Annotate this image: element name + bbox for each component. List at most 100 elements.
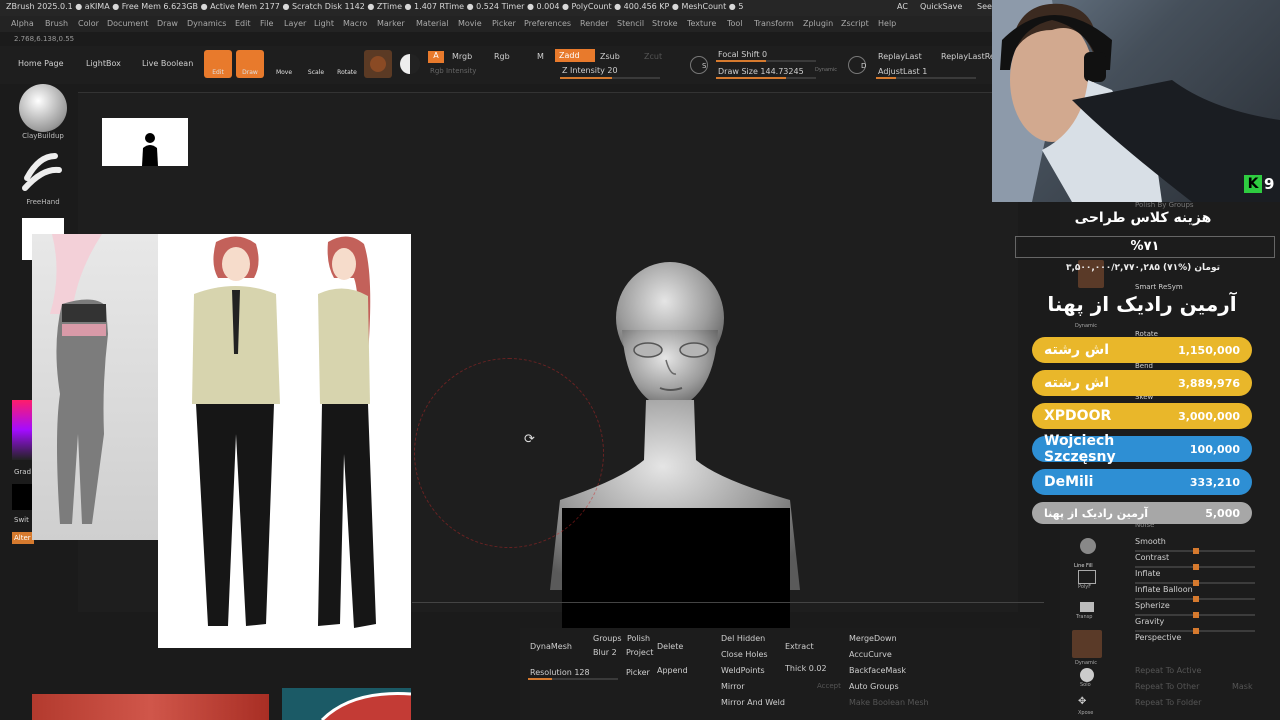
navigation-preview[interactable]	[102, 118, 188, 166]
zadd-button[interactable]: Zadd	[555, 49, 595, 62]
brush-claybuildup[interactable]: ClayBuildup	[14, 84, 72, 146]
menu-texture[interactable]: Texture	[687, 19, 716, 28]
menu-edit[interactable]: Edit	[235, 19, 251, 28]
move-button[interactable]: Move	[270, 50, 298, 78]
focal-shift-track[interactable]	[716, 60, 816, 62]
menu-preferences[interactable]: Preferences	[524, 19, 571, 28]
quicksave-button[interactable]: QuickSave	[920, 2, 962, 11]
smart-resym-button[interactable]: Smart ReSym	[1135, 283, 1183, 291]
rgb-button[interactable]: Rgb	[494, 52, 510, 61]
backface-mask-toggle[interactable]: BackfaceMask	[849, 666, 906, 675]
thick-slider[interactable]: Thick 0.02	[785, 664, 827, 673]
transp-icon[interactable]	[1080, 602, 1094, 612]
inflate-balloon-slider[interactable]: Inflate Balloon	[1135, 585, 1193, 594]
resolution-track[interactable]	[528, 678, 618, 680]
stroke-freehand[interactable]: FreeHand	[14, 148, 72, 210]
weldpoints-button[interactable]: WeldPoints	[721, 666, 765, 675]
menu-file[interactable]: File	[260, 19, 273, 28]
replay-last-button[interactable]: ReplayLast	[878, 52, 922, 61]
menu-marker[interactable]: Marker	[377, 19, 405, 28]
polyframe-icon[interactable]	[1078, 570, 1096, 584]
switch-color-button[interactable]: Swit	[14, 516, 29, 524]
menu-zplugin[interactable]: Zplugin	[803, 19, 833, 28]
menu-brush[interactable]: Brush	[45, 19, 68, 28]
live-boolean-button[interactable]: Live Boolean	[142, 59, 193, 68]
mask-toggle[interactable]: Mask	[1232, 682, 1253, 691]
menu-movie[interactable]: Movie	[458, 19, 482, 28]
a-button[interactable]: A	[428, 51, 444, 63]
menu-draw[interactable]: Draw	[157, 19, 178, 28]
extract-button[interactable]: Extract	[785, 642, 814, 651]
delete-button[interactable]: Delete	[657, 642, 683, 651]
smooth-track[interactable]	[1135, 548, 1255, 554]
xpose-icon[interactable]: ✥	[1078, 696, 1096, 708]
menu-help[interactable]: Help	[878, 19, 896, 28]
accucurve-toggle[interactable]: AccuCurve	[849, 650, 892, 659]
rgb-intensity-slider[interactable]: Rgb Intensity	[430, 67, 476, 75]
focal-shift-slider[interactable]: Focal Shift 0	[718, 50, 767, 59]
del-hidden-button[interactable]: Del Hidden	[721, 634, 765, 643]
spherize-track[interactable]	[1135, 612, 1255, 618]
contrast-slider[interactable]: Contrast	[1135, 553, 1169, 562]
repeat-to-other-button[interactable]: Repeat To Other	[1135, 682, 1199, 691]
secondary-color-swatch[interactable]	[12, 484, 32, 510]
blur-slider[interactable]: Blur 2	[593, 648, 617, 657]
home-page-button[interactable]: Home Page	[18, 59, 64, 68]
inflate-track[interactable]	[1135, 580, 1255, 586]
dynamesh-button[interactable]: DynaMesh	[530, 642, 572, 651]
menu-layer[interactable]: Layer	[284, 19, 306, 28]
line-fill-button[interactable]: Line Fill	[1074, 563, 1093, 569]
inflate-balloon-track[interactable]	[1135, 596, 1255, 602]
menu-color[interactable]: Color	[78, 19, 99, 28]
menu-dynamics[interactable]: Dynamics	[187, 19, 226, 28]
z-intensity-slider[interactable]: Z Intensity 20	[562, 66, 618, 75]
repeat-to-active-button[interactable]: Repeat To Active	[1135, 666, 1201, 675]
scale-button[interactable]: Scale	[302, 50, 330, 78]
z-intensity-track[interactable]	[560, 77, 660, 79]
append-button[interactable]: Append	[657, 666, 688, 675]
material-swatch[interactable]	[364, 50, 392, 78]
dynamic-toggle[interactable]: Dynamic	[815, 67, 837, 73]
ac-label[interactable]: AC	[897, 2, 908, 11]
gravity-slider[interactable]: Gravity	[1135, 617, 1164, 626]
gravity-track[interactable]	[1135, 628, 1255, 634]
zsub-button[interactable]: Zsub	[600, 52, 620, 61]
polish-button[interactable]: Polish	[627, 634, 650, 643]
draw-button[interactable]: Draw	[236, 50, 264, 78]
polish-by-groups-slider[interactable]: Polish By Groups	[1135, 201, 1194, 209]
spherize-slider[interactable]: Spherize	[1135, 601, 1170, 610]
menu-render[interactable]: Render	[580, 19, 608, 28]
rotate-button[interactable]: Rotate	[333, 50, 361, 78]
perspective-slider[interactable]: Perspective	[1135, 633, 1181, 642]
make-boolean-mesh-button[interactable]: Make Boolean Mesh	[849, 698, 929, 707]
draw-size-slider[interactable]: Draw Size 144.73245	[718, 67, 804, 76]
mrgb-button[interactable]: Mrgb	[452, 52, 472, 61]
picker-button[interactable]: Picker	[626, 668, 650, 677]
dynamic-button[interactable]: Dynamic	[1075, 323, 1097, 329]
auto-groups-button[interactable]: Auto Groups	[849, 682, 899, 691]
menu-stroke[interactable]: Stroke	[652, 19, 678, 28]
menu-macro[interactable]: Macro	[343, 19, 367, 28]
project-button[interactable]: Project	[626, 648, 653, 657]
menu-material[interactable]: Material	[416, 19, 449, 28]
menu-light[interactable]: Light	[314, 19, 334, 28]
mirror-button[interactable]: Mirror	[721, 682, 745, 691]
lightbox-button[interactable]: LightBox	[86, 59, 121, 68]
color-swatch-icon[interactable]	[12, 400, 32, 460]
menu-tool[interactable]: Tool	[727, 19, 743, 28]
inflate-slider[interactable]: Inflate	[1135, 569, 1160, 578]
repeat-to-folder-button[interactable]: Repeat To Folder	[1135, 698, 1201, 707]
mirror-and-weld-button[interactable]: Mirror And Weld	[721, 698, 785, 707]
contrast-track[interactable]	[1135, 564, 1255, 570]
menu-stencil[interactable]: Stencil	[617, 19, 644, 28]
see-through-label[interactable]: See	[977, 2, 992, 11]
rotate-view-icon[interactable]	[1080, 538, 1096, 554]
menu-zscript[interactable]: Zscript	[841, 19, 869, 28]
resolution-slider[interactable]: Resolution 128	[530, 668, 590, 677]
m-button[interactable]: M	[537, 52, 544, 61]
menu-picker[interactable]: Picker	[492, 19, 516, 28]
menu-transform[interactable]: Transform	[754, 19, 794, 28]
adjust-last-slider[interactable]: AdjustLast 1	[878, 67, 927, 76]
draw-size-track[interactable]	[716, 77, 816, 79]
color-picker-icon[interactable]	[400, 54, 420, 74]
